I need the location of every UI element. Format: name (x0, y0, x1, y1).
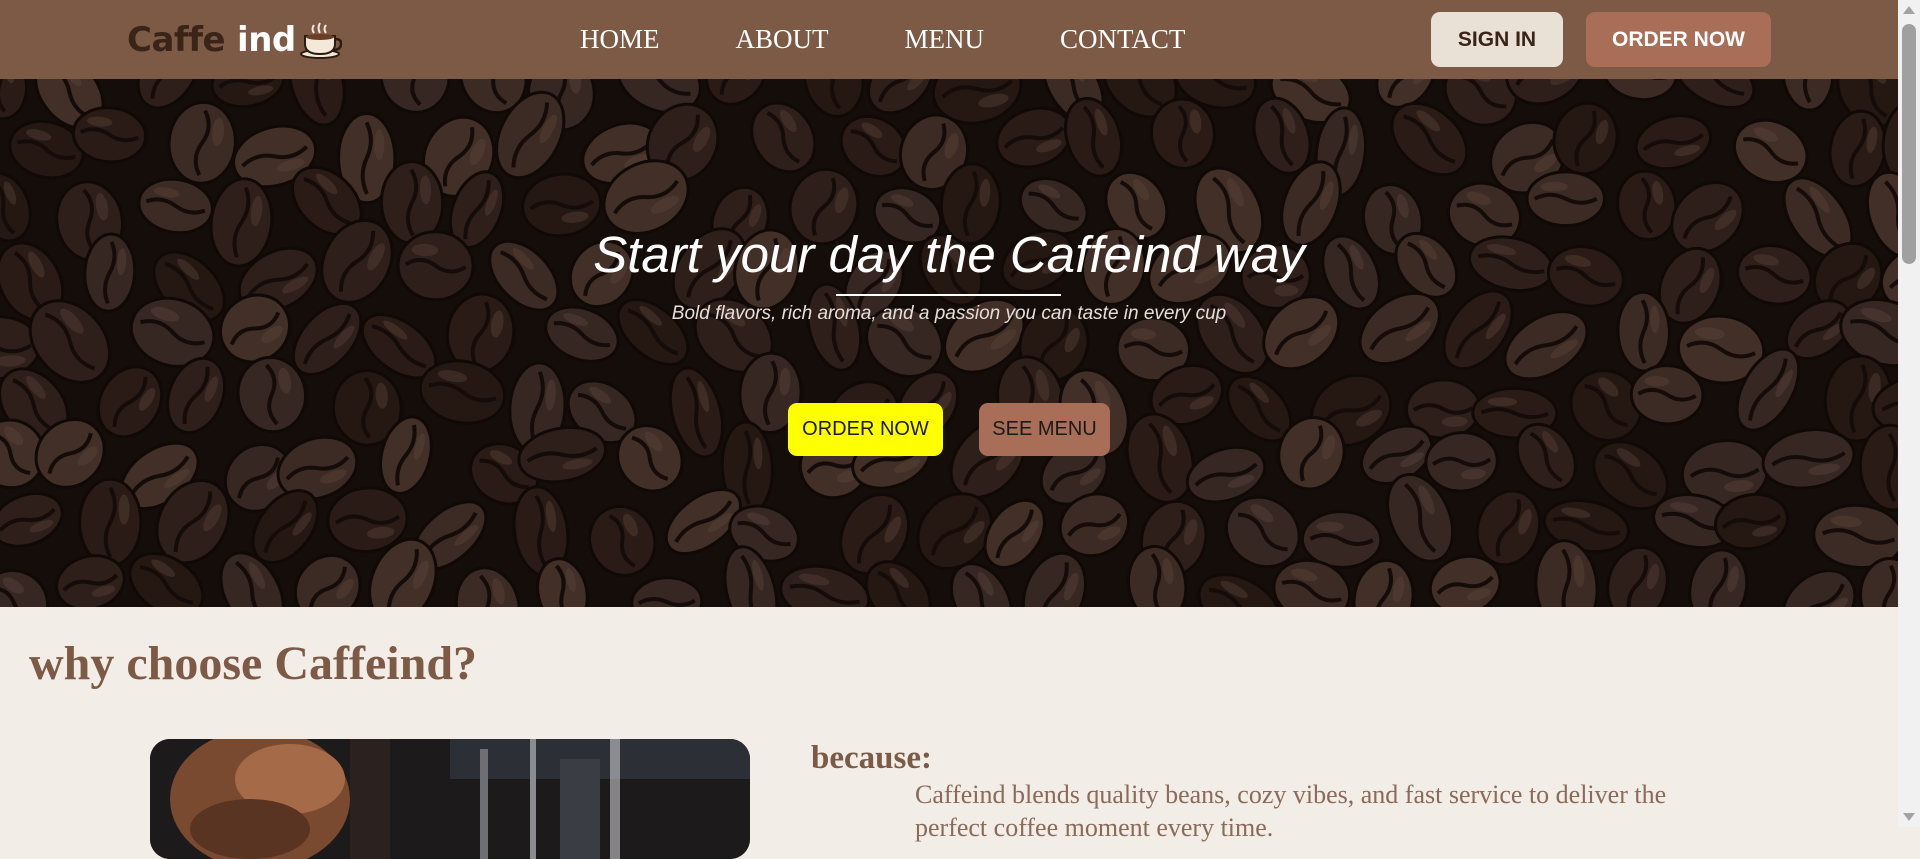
scroll-up-arrow-icon[interactable] (1903, 6, 1915, 14)
nav-order-now-button[interactable]: ORDER NOW (1586, 12, 1771, 67)
why-heading: why choose Caffeind? (29, 637, 478, 690)
nav-link-menu[interactable]: MENU (905, 24, 985, 55)
logo[interactable]: Caffe ind (127, 20, 343, 60)
scroll-down-arrow-icon[interactable] (1903, 813, 1915, 821)
coffee-cup-icon (299, 21, 343, 59)
hero-section: Start your day the Caffeind way Bold fla… (0, 79, 1898, 607)
logo-text-part2: ind (237, 20, 296, 60)
hero-title: Start your day the Caffeind way (593, 226, 1305, 283)
because-text: Caffeind blends quality beans, cozy vibe… (915, 780, 1667, 842)
logo-text-part1: Caffe (127, 20, 226, 60)
coffee-beans-background (0, 79, 1898, 607)
hero-underline (836, 294, 1061, 296)
nav-links: HOME ABOUT MENU CONTACT (580, 24, 1261, 55)
hero-order-now-button[interactable]: ORDER NOW (788, 403, 943, 456)
barista-image (150, 739, 750, 859)
scrollbar-thumb[interactable] (1902, 24, 1916, 264)
sign-in-button[interactable]: SIGN IN (1431, 12, 1563, 67)
navbar: Caffe ind HOME ABOUT MENU CONTACT SIGN IN… (0, 0, 1898, 79)
hero-subtitle: Bold flavors, rich aroma, and a passion … (671, 303, 1227, 324)
nav-link-home[interactable]: HOME (580, 24, 660, 55)
nav-link-contact[interactable]: CONTACT (1060, 24, 1185, 55)
scrollbar[interactable] (1898, 0, 1920, 827)
because-label: because: (811, 740, 932, 776)
see-menu-button[interactable]: SEE MENU (979, 403, 1110, 456)
nav-link-about[interactable]: ABOUT (736, 24, 829, 55)
